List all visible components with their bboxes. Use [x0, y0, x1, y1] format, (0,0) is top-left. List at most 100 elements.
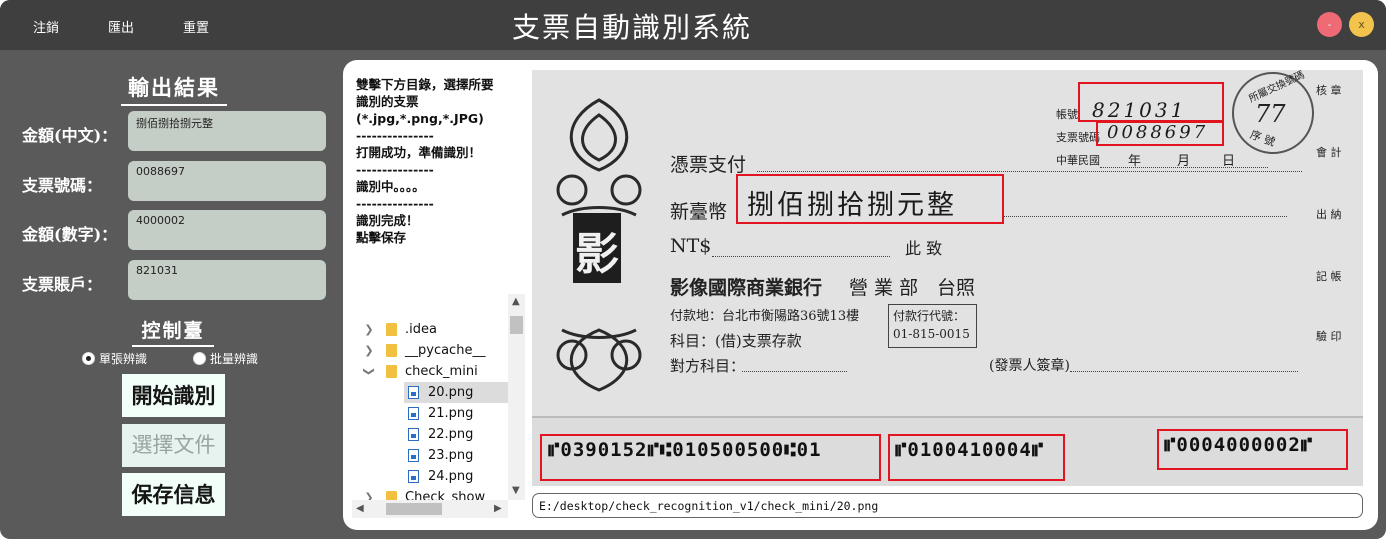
bank-name: 影像國際商業銀行: [670, 277, 823, 299]
pay-place: 付款地：台北市衡陽路36號13樓: [670, 309, 860, 324]
log-line: 識別的支票: [356, 94, 419, 109]
tree-vertical-scroll-thumb[interactable]: [510, 316, 523, 334]
tree-item-file[interactable]: 20.png: [404, 382, 508, 403]
save-info-button[interactable]: 保存信息: [122, 473, 225, 516]
bank-branch: 營 業 部: [849, 277, 919, 299]
log-line: ---------------: [356, 196, 434, 211]
detect-box-micr-mid: [888, 434, 1065, 481]
amount-cn-field[interactable]: 捌佰捌拾捌元整: [128, 111, 326, 151]
subject: 科目：(借)支票存款: [670, 332, 802, 350]
chevron-right-icon[interactable]: ❯: [362, 323, 376, 336]
agent-code: 01-815-0015: [893, 327, 970, 341]
select-file-button[interactable]: 選擇文件: [122, 424, 225, 467]
log-line: 識別完成！: [356, 213, 419, 228]
chevron-down-icon[interactable]: ❯: [363, 365, 376, 379]
radio-single-label: 單張辨識: [99, 352, 148, 366]
tree-item-label: __pycache__: [405, 343, 486, 358]
image-file-icon: [408, 428, 419, 441]
control-section-title: 控制臺: [132, 316, 214, 347]
date-year: 年: [1128, 154, 1142, 169]
log-line: ---------------: [356, 162, 434, 177]
side-label: 出 納: [1316, 208, 1342, 221]
tree-item-label: 21.png: [428, 406, 474, 421]
radio-single[interactable]: 單張辨識: [82, 350, 147, 367]
close-button[interactable]: x: [1349, 12, 1374, 37]
tree-item-file[interactable]: 23.png: [408, 445, 473, 466]
status-log: 雙擊下方目錄，選擇所要 識別的支票 (*.jpg,*.png,*.JPG) --…: [356, 76, 526, 246]
tree-item-pycache[interactable]: ❯ __pycache__: [362, 340, 485, 361]
cheque-number-field[interactable]: 0088697: [128, 161, 326, 201]
signature-line: [1070, 371, 1298, 372]
image-file-icon: [408, 407, 419, 420]
date-month: 月: [1177, 154, 1191, 169]
menu-logout[interactable]: 注銷: [33, 17, 59, 36]
scroll-up-icon[interactable]: ▲: [512, 296, 520, 307]
side-label: 記 帳: [1316, 270, 1342, 283]
currency-cn-label: 新臺幣: [670, 201, 728, 223]
tree-item-idea[interactable]: ❯ .idea: [362, 319, 437, 340]
agent-code-label: 付款行代號：: [893, 309, 966, 323]
date-day: 日: [1222, 154, 1236, 169]
output-section-title: 輸出結果: [121, 72, 227, 106]
number-label-printed: 支票號碼: [1056, 131, 1100, 144]
log-line: 點擊保存: [356, 230, 407, 245]
scroll-down-icon[interactable]: ▼: [512, 485, 520, 496]
amount-num-label: 金額(數字)：: [22, 225, 118, 244]
nt-line: [712, 256, 890, 257]
tree-item-label: check_mini: [405, 364, 478, 379]
account-label-printed: 帳號: [1056, 108, 1078, 121]
tree-item-file[interactable]: 24.png: [408, 466, 473, 487]
side-label: 驗 印: [1316, 330, 1342, 343]
signature-label: (發票人簽章): [989, 358, 1070, 374]
tree-item-file[interactable]: 21.png: [408, 403, 473, 424]
log-line: ---------------: [356, 128, 434, 143]
tree-item-label: 20.png: [428, 385, 474, 400]
image-file-icon: [408, 386, 419, 399]
tree-item-label: 24.png: [428, 469, 474, 484]
log-line: 識別中。。。。: [356, 179, 425, 194]
menu-export[interactable]: 匯出: [108, 17, 134, 36]
date-label: 中華民國: [1056, 154, 1100, 167]
detect-box-account: [1078, 82, 1224, 122]
account-field[interactable]: 821031: [128, 260, 326, 300]
bank-stamp-text: 台照: [937, 277, 976, 299]
title-bar: 注銷 匯出 重置 支票自動識別系統 - x: [0, 0, 1386, 50]
stamp-number: 77: [1255, 100, 1286, 128]
detect-box-micr-left: [540, 434, 881, 481]
chevron-right-icon[interactable]: ❯: [362, 344, 376, 357]
file-tree[interactable]: ❯ .idea ❯ __pycache__ ❯ check_mini 20.pn…: [352, 294, 525, 518]
cheque-number-label: 支票號碼：: [22, 176, 103, 195]
app-window: 注銷 匯出 重置 支票自動識別系統 - x 輸出結果 金額(中文)： 捌佰捌拾捌…: [0, 0, 1386, 539]
ci-zhi-text: 此 致: [905, 239, 943, 258]
tree-item-label: 22.png: [428, 427, 474, 442]
detect-box-amount-cn: [736, 174, 1004, 224]
radio-single-indicator[interactable]: [82, 352, 95, 365]
tree-item-label: .idea: [405, 322, 437, 337]
menu-reset[interactable]: 重置: [183, 17, 209, 36]
scroll-right-icon[interactable]: ▶: [494, 503, 502, 514]
currency-num-label: NT$: [670, 235, 712, 257]
image-file-icon: [408, 470, 419, 483]
tree-horizontal-scroll-thumb[interactable]: [386, 503, 442, 515]
folder-icon: [386, 344, 397, 357]
amount-cn-label: 金額(中文)：: [22, 126, 118, 145]
minimize-button[interactable]: -: [1317, 12, 1342, 37]
pay-to-label: 憑票支付: [670, 154, 747, 176]
file-path-field[interactable]: E:/desktop/check_recognition_v1/check_mi…: [532, 493, 1363, 518]
scroll-left-icon[interactable]: ◀: [356, 503, 364, 514]
start-recognition-button[interactable]: 開始識別: [122, 374, 225, 417]
tree-item-file[interactable]: 22.png: [408, 424, 473, 445]
side-label: 會 計: [1316, 146, 1342, 159]
seal-character: 影: [575, 229, 619, 280]
side-label: 核 章: [1316, 84, 1342, 97]
detect-box-micr-right: [1157, 429, 1348, 470]
radio-batch-indicator[interactable]: [193, 352, 206, 365]
detect-box-number: [1096, 121, 1224, 146]
amount-num-field[interactable]: 4000002: [128, 210, 326, 250]
tree-item-label: 23.png: [428, 448, 474, 463]
tree-item-check-mini[interactable]: ❯ check_mini: [362, 361, 478, 382]
radio-batch-label: 批量辨識: [210, 352, 259, 366]
counter-subject: 對方科目：: [670, 357, 746, 375]
log-line: (*.jpg,*.png,*.JPG): [356, 111, 484, 126]
radio-batch[interactable]: 批量辨識: [193, 350, 258, 367]
